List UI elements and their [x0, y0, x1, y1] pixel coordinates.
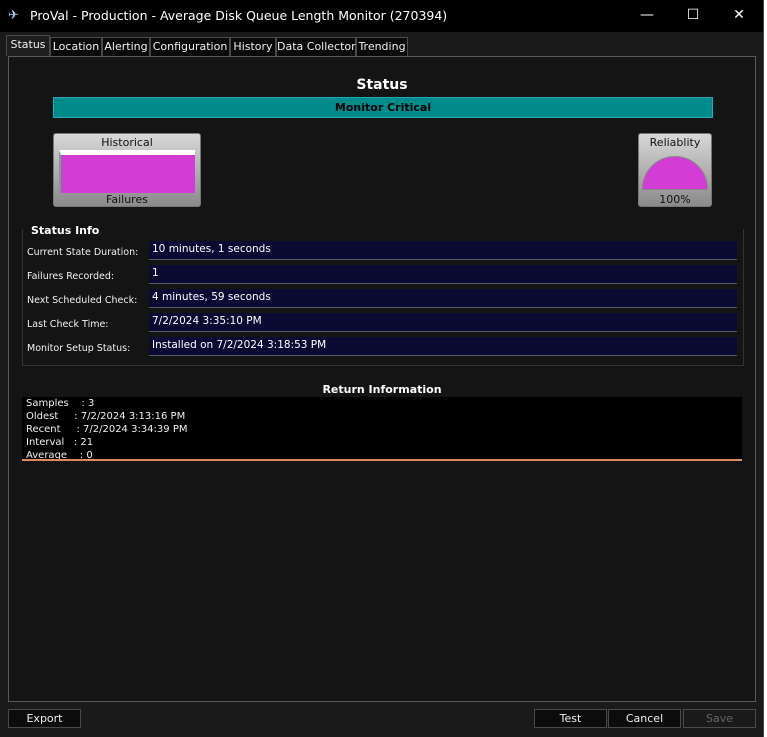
next-scheduled-check-label: Next Scheduled Check: [27, 295, 138, 306]
return-line-average: Average : 0 [26, 450, 93, 461]
close-button[interactable]: ✕ [716, 0, 762, 32]
return-line-oldest: Oldest : 7/2/2024 3:13:16 PM [26, 411, 186, 422]
return-information-textbox[interactable]: Samples : 3 Oldest : 7/2/2024 3:13:16 PM… [22, 397, 742, 461]
return-line-interval: Interval : 21 [26, 437, 94, 448]
historical-gauge: Historical Failures [53, 133, 201, 207]
minimize-button[interactable]: — [624, 0, 670, 32]
monitor-setup-status-label: Monitor Setup Status: [27, 343, 131, 354]
title-bar: ✈ ProVal - Production - Average Disk Que… [0, 0, 763, 32]
save-button[interactable]: Save [683, 709, 756, 728]
tab-alerting[interactable]: Alerting [102, 37, 150, 57]
current-state-duration-label: Current State Duration: [27, 247, 139, 258]
failures-recorded-label: Failures Recorded: [27, 271, 115, 282]
return-line-recent: Recent : 7/2/2024 3:34:39 PM [26, 424, 188, 435]
last-check-time-label: Last Check Time: [27, 319, 109, 330]
export-button[interactable]: Export [8, 709, 81, 728]
tab-trending[interactable]: Trending [356, 37, 408, 57]
last-check-time-field: 7/2/2024 3:35:10 PM [149, 313, 737, 332]
window-title: ProVal - Production - Average Disk Queue… [30, 8, 448, 23]
return-line-samples: Samples : 3 [26, 398, 95, 409]
reliability-gauge-value: 100% [659, 193, 691, 206]
reliability-gauge: Reliablity 100% [638, 133, 712, 207]
status-heading: Status [356, 77, 408, 93]
tab-configuration[interactable]: Configuration [150, 37, 230, 57]
tab-status[interactable]: Status [6, 35, 50, 56]
monitor-window: ✈ ProVal - Production - Average Disk Que… [0, 0, 764, 737]
current-state-duration-field: 10 minutes, 1 seconds [149, 241, 737, 260]
historical-gauge-caption: Failures [106, 193, 148, 206]
failures-recorded-field: 1 [149, 265, 737, 284]
monitor-setup-status-field: Installed on 7/2/2024 3:18:53 PM [149, 337, 737, 356]
reliability-gauge-title: Reliablity [649, 136, 701, 149]
monitor-state-banner: Monitor Critical [53, 97, 713, 118]
tab-data-collector[interactable]: Data Collector [276, 37, 356, 57]
historical-gauge-title: Historical [101, 136, 153, 149]
status-panel: Status Monitor Critical Historical Failu… [8, 56, 756, 702]
tab-history[interactable]: History [230, 37, 276, 57]
next-scheduled-check-field: 4 minutes, 59 seconds [149, 289, 737, 308]
tab-location[interactable]: Location [50, 37, 102, 57]
status-info-heading: Status Info [31, 224, 100, 237]
maximize-button[interactable]: ☐ [670, 0, 716, 32]
test-button[interactable]: Test [534, 709, 607, 728]
proval-app-icon: ✈ [8, 8, 19, 23]
return-information-heading: Return Information [322, 383, 442, 396]
cancel-button[interactable]: Cancel [608, 709, 681, 728]
reliability-gauge-dome [642, 156, 708, 190]
historical-gauge-fill [59, 150, 195, 193]
